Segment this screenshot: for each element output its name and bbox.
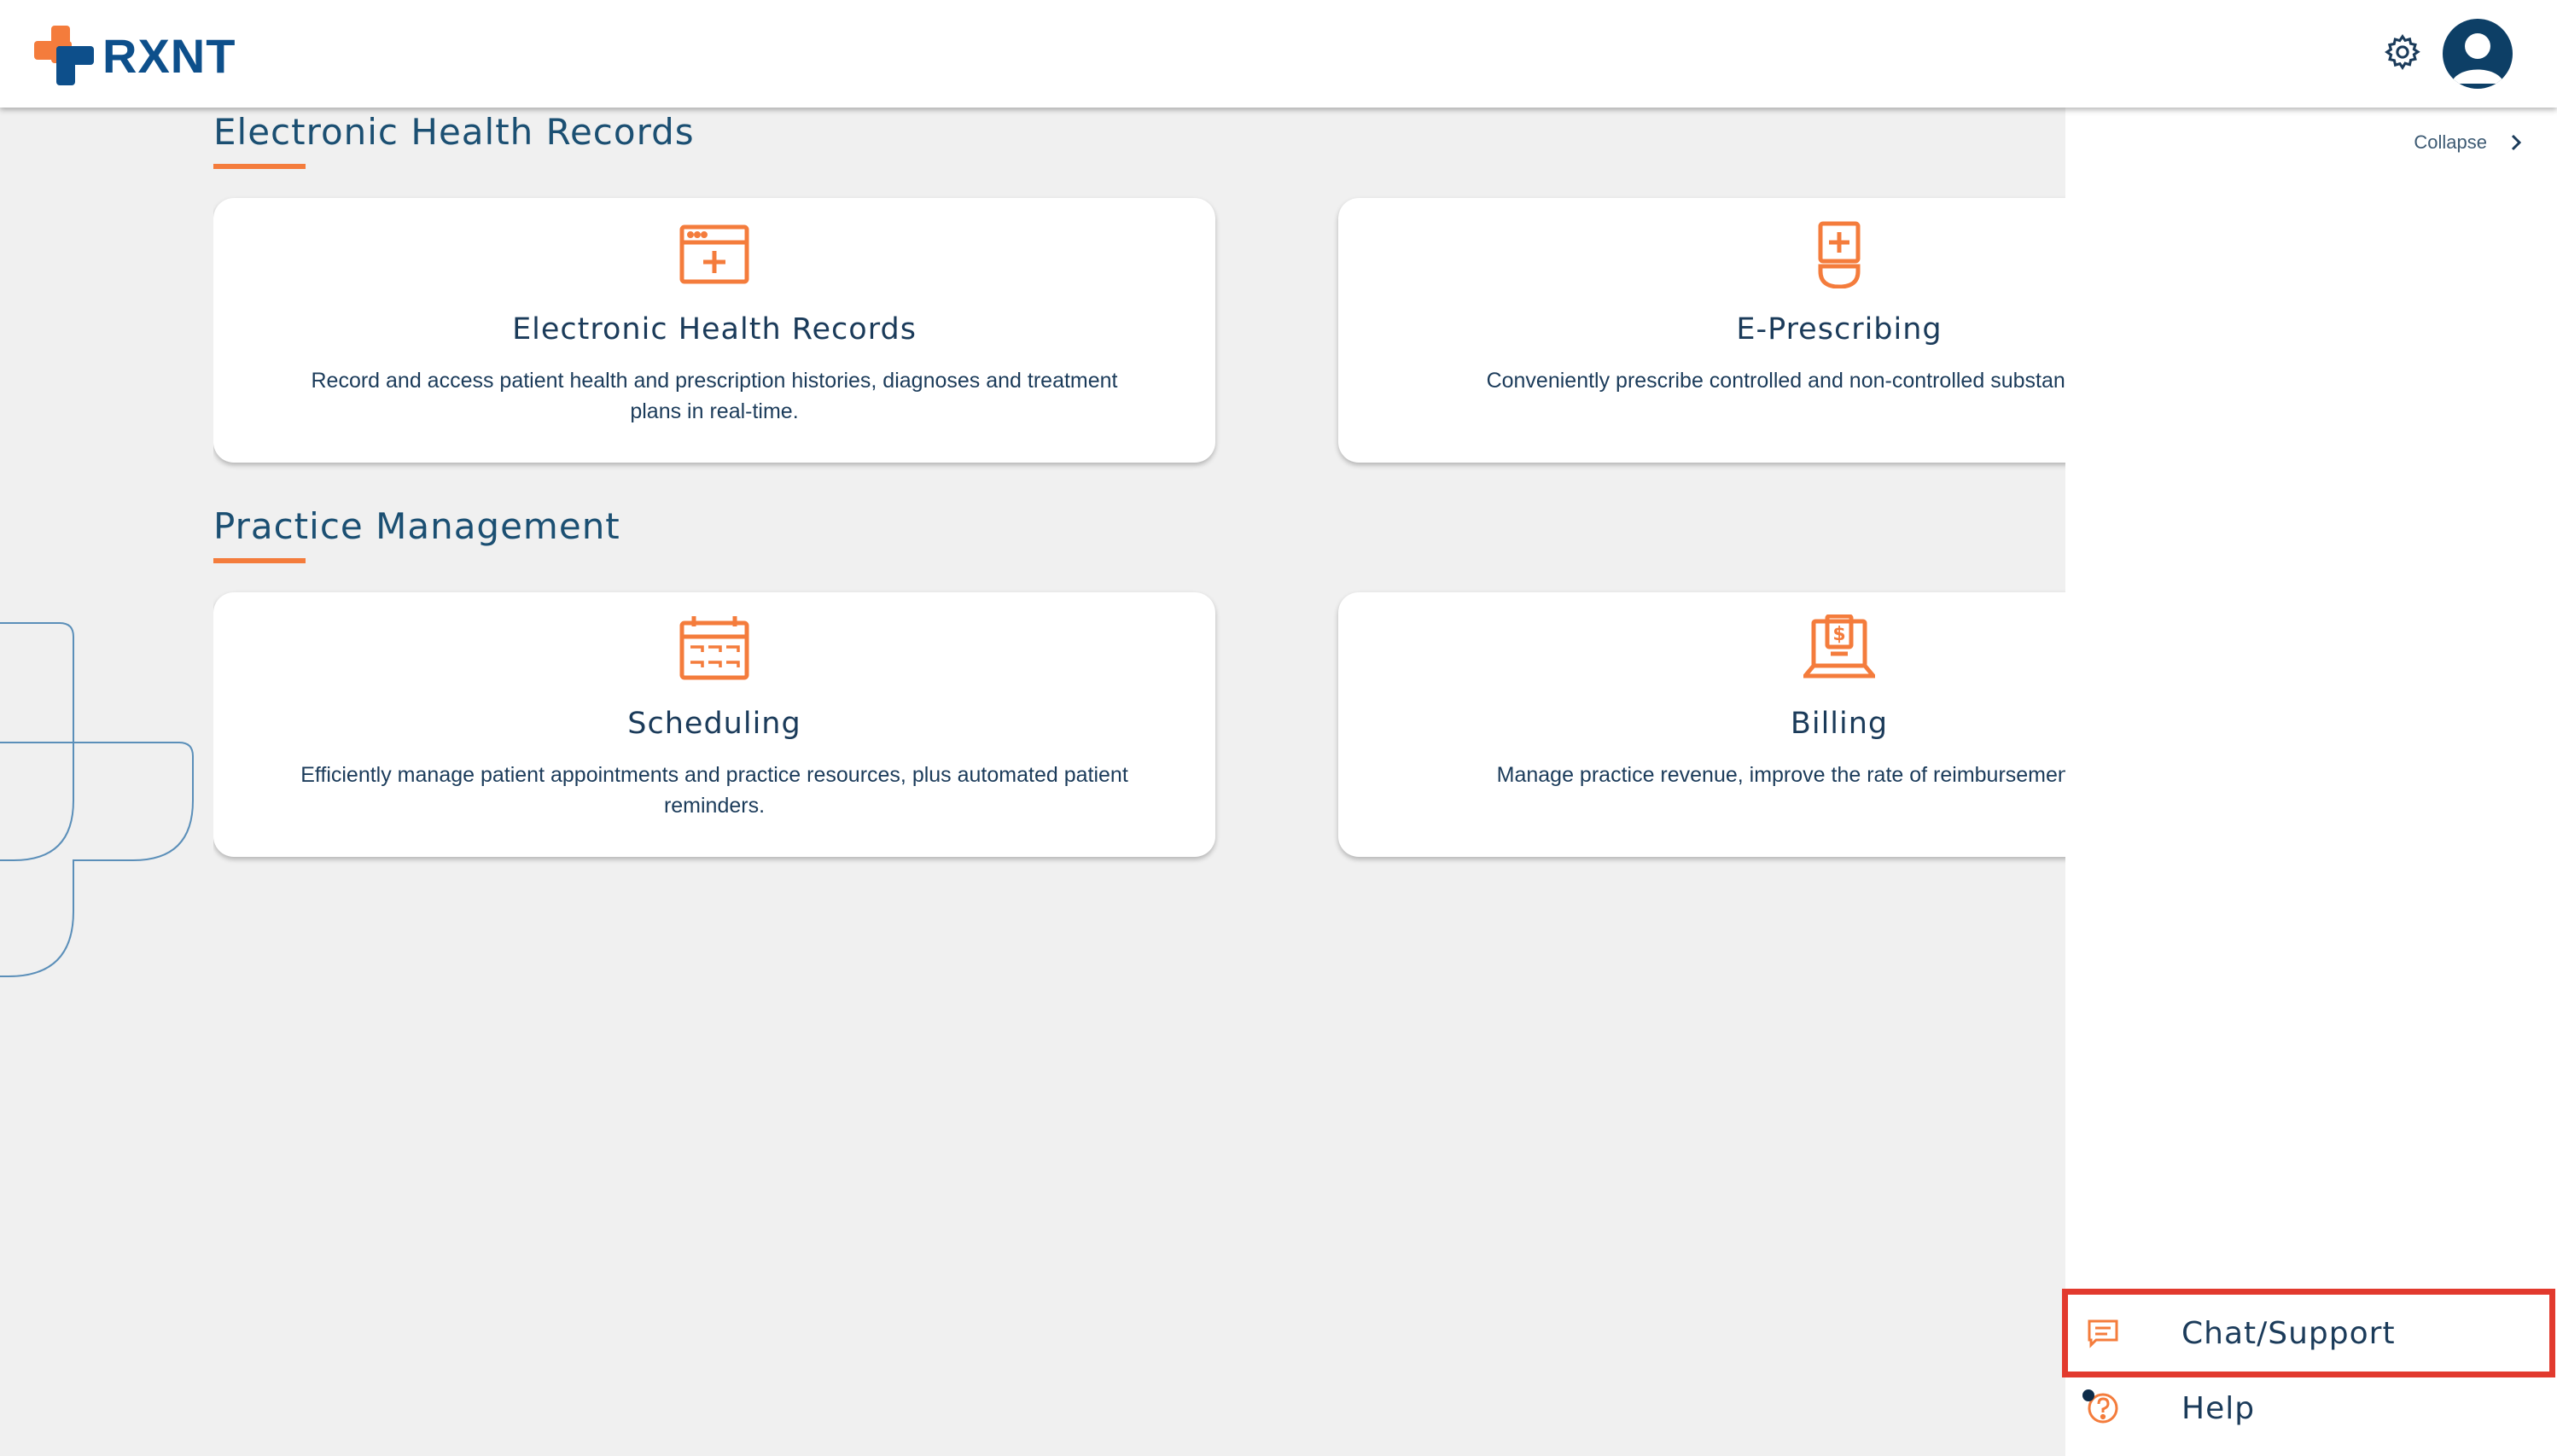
- chevron-right-icon: [2511, 134, 2522, 151]
- ehr-window-medical-icon: [679, 224, 749, 284]
- card-description: Efficiently manage patient appointments …: [300, 763, 1128, 818]
- top-header: RXNT: [0, 0, 2557, 108]
- section-underline: [213, 164, 306, 169]
- card-description: Manage practice revenue, improve the rat…: [1496, 763, 2065, 787]
- user-avatar-icon[interactable]: [2443, 19, 2513, 89]
- help-label: Help: [2181, 1390, 2256, 1426]
- card-title: Scheduling: [627, 707, 801, 741]
- cursor-dot: [2082, 1389, 2094, 1401]
- rxnt-logo[interactable]: RXNT: [34, 26, 236, 85]
- card-billing[interactable]: $ Billing Manage practice revenue, impro…: [1338, 592, 2065, 857]
- help-link[interactable]: Help: [2065, 1372, 2557, 1444]
- main-content: Electronic Health Records Electronic Hea…: [213, 108, 2065, 1456]
- chat-support-link[interactable]: Chat/Support: [2065, 1297, 2557, 1369]
- card-description: Record and access patient health and pre…: [311, 369, 1118, 423]
- card-description: Conveniently prescribe controlled and no…: [1486, 369, 2065, 393]
- billing-laptop-dollar-icon: $: [1803, 614, 1875, 678]
- rxnt-cross-logo-icon: [34, 26, 94, 85]
- section-title-practice-management: Practice Management: [213, 505, 620, 547]
- decorative-cross-outline: [0, 622, 194, 977]
- section-underline: [213, 558, 306, 563]
- card-scheduling[interactable]: Scheduling Efficiently manage patient ap…: [213, 592, 1215, 857]
- card-e-prescribing[interactable]: E-Prescribing Conveniently prescribe con…: [1338, 198, 2065, 463]
- logo-text: RXNT: [102, 28, 236, 83]
- prescription-bottle-icon: [1818, 221, 1861, 288]
- card-title: Billing: [1790, 707, 1889, 741]
- svg-text:$: $: [1832, 624, 1845, 645]
- chat-support-label: Chat/Support: [2181, 1315, 2396, 1351]
- collapse-button[interactable]: Collapse: [2414, 131, 2523, 154]
- card-electronic-health-records[interactable]: Electronic Health Records Record and acc…: [213, 198, 1215, 463]
- card-title: E-Prescribing: [1736, 312, 1943, 347]
- section-title-ehr: Electronic Health Records: [213, 111, 695, 153]
- card-title: Electronic Health Records: [512, 312, 917, 347]
- right-side-panel: Collapse Chat/Support Help: [2065, 108, 2557, 1456]
- chat-bubble-icon: [2088, 1319, 2118, 1348]
- collapse-label: Collapse: [2414, 131, 2487, 153]
- calendar-icon: [679, 616, 749, 680]
- gear-icon[interactable]: [2383, 32, 2422, 72]
